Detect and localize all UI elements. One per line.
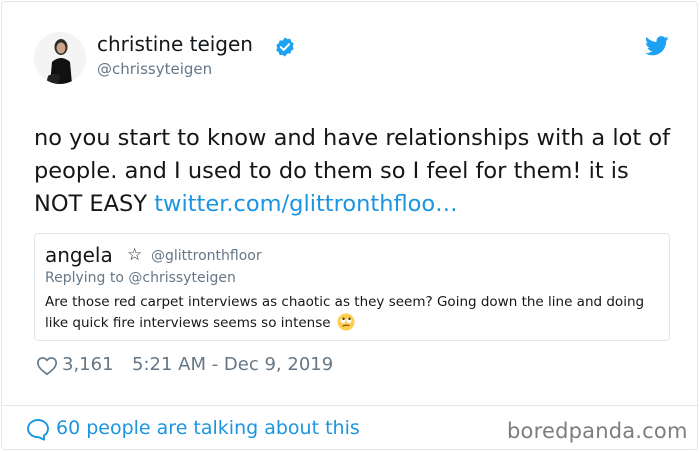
author-handle[interactable]: @chrissyteigen <box>97 60 212 78</box>
tweet-link[interactable]: twitter.com/glittronthfloo… <box>154 191 457 217</box>
author-name[interactable]: christine teigen <box>97 32 253 56</box>
verified-badge-icon <box>276 37 294 57</box>
twitter-bird-icon[interactable] <box>645 36 669 56</box>
heart-icon[interactable] <box>36 355 58 376</box>
quoted-author-name[interactable]: angela <box>45 243 113 267</box>
timestamp[interactable]: 5:21 AM - Dec 9, 2019 <box>132 354 333 375</box>
quoted-tweet-text: Are those red carpet interviews as chaot… <box>45 293 645 333</box>
rolling-eyes-emoji <box>337 313 355 330</box>
like-count[interactable]: 3,161 <box>62 354 114 375</box>
tweet-card: christine teigen @chrissyteigen no you s… <box>1 1 699 450</box>
quoted-author-handle[interactable]: @glittronthfloor <box>151 248 262 264</box>
tweet-text: no you start to know and have relationsh… <box>34 122 674 221</box>
quoted-tweet[interactable]: angela ☆ @glittronthfloor Replying to @c… <box>34 233 670 341</box>
replying-to-label: Replying to @chrissyteigen <box>45 270 236 286</box>
star-icon: ☆ <box>127 245 143 265</box>
watermark: boredpanda.com <box>507 419 688 443</box>
speech-bubble-icon <box>27 419 49 441</box>
talking-count-label[interactable]: 60 people are talking about this <box>56 417 360 439</box>
avatar[interactable] <box>34 32 86 84</box>
divider <box>2 405 699 406</box>
